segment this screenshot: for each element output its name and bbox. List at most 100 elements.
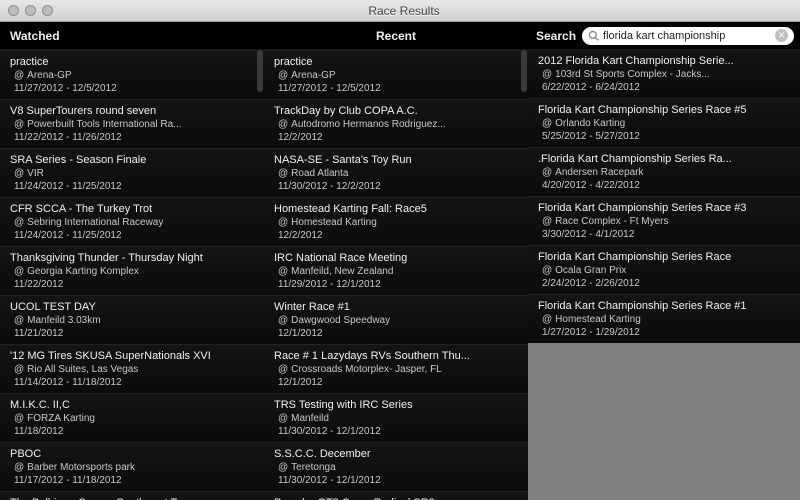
list-item[interactable]: Race # 1 Lazydays RVs Southern Thu...Cro… (264, 344, 528, 393)
item-venue: Crossroads Motorplex- Jasper, FL (274, 362, 518, 375)
item-title: practice (274, 56, 518, 68)
recent-header: Recent (264, 22, 528, 50)
list-item[interactable]: SRA Series - Season FinaleVIR11/24/2012 … (0, 148, 264, 197)
item-dates: 11/18/2012 (10, 424, 254, 437)
item-venue: Ocala Gran Prix (538, 263, 790, 276)
item-venue: Barber Motorsports park (10, 460, 254, 473)
item-title: 2012 Florida Kart Championship Serie... (538, 55, 790, 67)
item-dates: 11/30/2012 - 12/2/2012 (274, 179, 518, 192)
item-title: Florida Kart Championship Series Race #3 (538, 202, 790, 214)
search-icon (588, 30, 599, 41)
item-venue: Race Complex - Ft Myers (538, 214, 790, 227)
search-input[interactable] (603, 30, 771, 42)
item-dates: 2/24/2012 - 2/26/2012 (538, 276, 790, 289)
item-venue: Manfeild (274, 411, 518, 424)
search-field-wrap[interactable]: ✕ (582, 27, 794, 45)
item-venue: Dawgwood Speedway (274, 313, 518, 326)
search-results-list[interactable]: 2012 Florida Kart Championship Serie...1… (528, 50, 800, 500)
item-title: Florida Kart Championship Series Race #5 (538, 104, 790, 116)
item-venue: Sebring International Raceway (10, 215, 254, 228)
item-title: S.S.C.C. December (274, 448, 518, 460)
list-item[interactable]: S.S.C.C. DecemberTeretonga11/30/2012 - 1… (264, 442, 528, 491)
list-item[interactable]: Florida Kart Championship Series Race #1… (528, 294, 800, 343)
item-dates: 3/30/2012 - 4/1/2012 (538, 227, 790, 240)
item-venue: Georgia Karting Komplex (10, 264, 254, 277)
list-item[interactable]: Florida Kart Championship Series Race #3… (528, 196, 800, 245)
scrollbar-thumb[interactable] (257, 50, 263, 92)
search-column: Search ✕ 2012 Florida Kart Championship … (528, 22, 800, 500)
item-dates: 11/17/2012 - 11/18/2012 (10, 473, 254, 486)
item-dates: 11/22/2012 (10, 277, 254, 290)
clear-search-icon[interactable]: ✕ (775, 29, 788, 42)
item-dates: 12/1/2012 (274, 326, 518, 339)
list-item[interactable]: IRC National Race MeetingManfeild, New Z… (264, 246, 528, 295)
item-venue: Arena-GP (10, 68, 254, 81)
item-venue: Arena-GP (274, 68, 518, 81)
item-title: Florida Kart Championship Series Race (538, 251, 790, 263)
list-item[interactable]: Winter Race #1Dawgwood Speedway12/1/2012 (264, 295, 528, 344)
item-dates: 11/24/2012 - 11/25/2012 (10, 228, 254, 241)
list-item[interactable]: V8 SuperTourers round sevenPowerbuilt To… (0, 99, 264, 148)
item-venue: VIR (10, 166, 254, 179)
item-dates: 11/30/2012 - 12/1/2012 (274, 473, 518, 486)
list-item[interactable]: .Florida Kart Championship Series Ra...A… (528, 147, 800, 196)
window-title: Race Results (8, 4, 800, 18)
list-item[interactable]: Florida Kart Championship Series Race #5… (528, 98, 800, 147)
item-title: TrackDay by Club COPA A.C. (274, 105, 518, 117)
item-dates: 12/1/2012 (274, 375, 518, 388)
item-venue: 103rd St Sports Complex - Jacks... (538, 67, 790, 80)
list-item[interactable]: Thanksgiving Thunder - Thursday NightGeo… (0, 246, 264, 295)
list-item[interactable]: TrackDay by Club COPA A.C.Autodromo Herm… (264, 99, 528, 148)
watched-label: Watched (0, 29, 60, 43)
item-venue: FORZA Karting (10, 411, 254, 424)
item-dates: 11/21/2012 (10, 326, 254, 339)
list-item[interactable]: Porsche GT3 Cup y Radical SR3Autodromo H… (264, 491, 528, 500)
item-venue: Manfeild, New Zealand (274, 264, 518, 277)
list-item[interactable]: practiceArena-GP11/27/2012 - 12/5/2012 (264, 50, 528, 99)
item-title: .Florida Kart Championship Series Ra... (538, 153, 790, 165)
search-header: Search ✕ (528, 22, 800, 50)
item-title: '12 MG Tires SKUSA SuperNationals XVI (10, 350, 254, 362)
item-dates: 12/2/2012 (274, 228, 518, 241)
list-item[interactable]: CFR SCCA - The Turkey TrotSebring Intern… (0, 197, 264, 246)
item-dates: 12/2/2012 (274, 130, 518, 143)
item-dates: 11/29/2012 - 12/1/2012 (274, 277, 518, 290)
item-title: TRS Testing with IRC Series (274, 399, 518, 411)
scrollbar-thumb[interactable] (521, 50, 527, 92)
list-item[interactable]: UCOL TEST DAYManfeild 3.03km11/21/2012 (0, 295, 264, 344)
item-venue: Road Atlanta (274, 166, 518, 179)
item-dates: 5/25/2012 - 5/27/2012 (538, 129, 790, 142)
search-label: Search (536, 29, 576, 43)
item-title: NASA-SE - Santa's Toy Run (274, 154, 518, 166)
list-item[interactable]: TRS Testing with IRC SeriesManfeild11/30… (264, 393, 528, 442)
list-item[interactable]: 2012 Florida Kart Championship Serie...1… (528, 50, 800, 98)
item-venue: Teretonga (274, 460, 518, 473)
list-item[interactable]: Homestead Karting Fall: Race5Homestead K… (264, 197, 528, 246)
watched-list[interactable]: practiceArena-GP11/27/2012 - 12/5/2012V8… (0, 50, 264, 500)
list-item[interactable]: The Bullring - Spears Southwest Tour...T… (0, 491, 264, 500)
item-dates: 11/27/2012 - 12/5/2012 (274, 81, 518, 94)
item-dates: 11/22/2012 - 11/26/2012 (10, 130, 254, 143)
content-area: Watched practiceArena-GP11/27/2012 - 12/… (0, 22, 800, 500)
list-item[interactable]: practiceArena-GP11/27/2012 - 12/5/2012 (0, 50, 264, 99)
item-dates: 1/27/2012 - 1/29/2012 (538, 325, 790, 338)
item-title: Florida Kart Championship Series Race #1 (538, 300, 790, 312)
item-dates: 11/27/2012 - 12/5/2012 (10, 81, 254, 94)
item-venue: Homestead Karting (274, 215, 518, 228)
item-venue: Manfeild 3.03km (10, 313, 254, 326)
item-venue: Autodromo Hermanos Rodriguez... (274, 117, 518, 130)
list-item[interactable]: '12 MG Tires SKUSA SuperNationals XVIRio… (0, 344, 264, 393)
list-item[interactable]: PBOCBarber Motorsports park11/17/2012 - … (0, 442, 264, 491)
list-item[interactable]: NASA-SE - Santa's Toy RunRoad Atlanta11/… (264, 148, 528, 197)
item-dates: 11/14/2012 - 11/18/2012 (10, 375, 254, 388)
list-item[interactable]: Florida Kart Championship Series RaceOca… (528, 245, 800, 294)
item-venue: Rio All Suites, Las Vegas (10, 362, 254, 375)
item-venue: Orlando Karting (538, 116, 790, 129)
item-dates: 11/30/2012 - 12/1/2012 (274, 424, 518, 437)
list-item[interactable]: M.I.K.C. II,CFORZA Karting11/18/2012 (0, 393, 264, 442)
item-title: practice (10, 56, 254, 68)
item-title: Winter Race #1 (274, 301, 518, 313)
recent-label: Recent (376, 29, 416, 43)
item-title: Thanksgiving Thunder - Thursday Night (10, 252, 254, 264)
recent-list[interactable]: practiceArena-GP11/27/2012 - 12/5/2012Tr… (264, 50, 528, 500)
